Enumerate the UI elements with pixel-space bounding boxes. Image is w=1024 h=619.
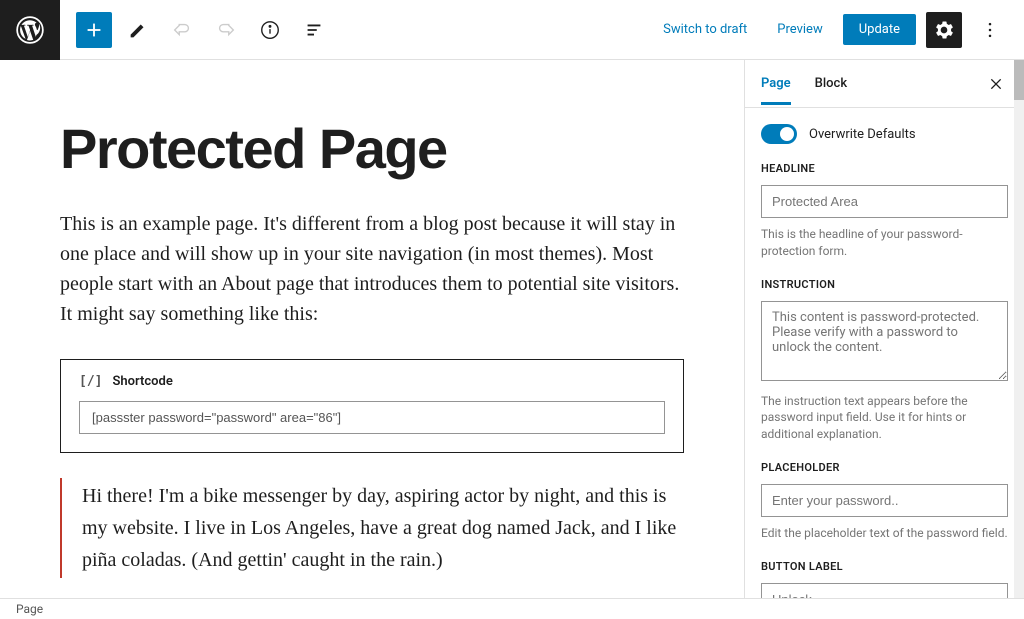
instruction-field[interactable] [761,301,1008,381]
overwrite-defaults-toggle[interactable] [761,124,797,144]
shortcode-header: [/] Shortcode [79,374,665,389]
plus-icon [83,19,105,41]
add-block-button[interactable] [76,12,112,48]
tab-page[interactable]: Page [761,62,791,105]
status-bar: Page [0,598,1024,619]
preview-button[interactable]: Preview [767,16,832,43]
update-button[interactable]: Update [843,14,916,45]
shortcode-block[interactable]: [/] Shortcode [60,359,684,453]
headline-label: HEADLINE [761,162,1008,175]
options-button[interactable] [972,12,1008,48]
instruction-label: INSTRUCTION [761,278,1008,291]
main-area: Protected Page This is an example page. … [0,60,1024,598]
shortcode-input[interactable] [79,401,665,434]
headline-field[interactable] [761,185,1008,218]
close-sidebar-button[interactable] [984,72,1008,96]
button-label-label: BUTTON LABEL [761,560,1008,573]
toolbar-right: Switch to draft Preview Update [653,12,1024,48]
close-icon [988,76,1004,92]
undo-icon [171,19,193,41]
gear-icon [934,20,954,40]
tools-button[interactable] [120,12,156,48]
placeholder-help: Edit the placeholder text of the passwor… [761,525,1008,542]
top-toolbar: Switch to draft Preview Update [0,0,1024,60]
info-button[interactable] [252,12,288,48]
redo-button[interactable] [208,12,244,48]
wordpress-icon [16,16,44,44]
page-scrollbar[interactable] [1014,60,1024,598]
wordpress-logo[interactable] [0,0,60,60]
quote-block[interactable]: Hi there! I'm a bike messenger by day, a… [60,478,684,578]
tab-block[interactable]: Block [815,62,847,105]
page-title[interactable]: Protected Page [60,120,684,179]
button-label-field[interactable] [761,583,1008,598]
breadcrumb[interactable]: Page [16,602,43,616]
more-vertical-icon [980,20,1000,40]
overwrite-defaults-label: Overwrite Defaults [809,127,916,142]
sidebar-tabs: Page Block [745,60,1024,108]
list-view-button[interactable] [296,12,332,48]
list-icon [303,19,325,41]
instruction-help: The instruction text appears before the … [761,393,1008,443]
shortcode-label-text: Shortcode [112,374,172,389]
placeholder-label: PLACEHOLDER [761,461,1008,474]
sidebar-body[interactable]: Overwrite Defaults HEADLINE This is the … [745,108,1024,598]
undo-button[interactable] [164,12,200,48]
placeholder-field[interactable] [761,484,1008,517]
pencil-icon [127,19,149,41]
editor-canvas[interactable]: Protected Page This is an example page. … [0,60,744,598]
headline-help: This is the headline of your password-pr… [761,226,1008,260]
redo-icon [215,19,237,41]
intro-paragraph[interactable]: This is an example page. It's different … [60,209,684,329]
overwrite-defaults-row: Overwrite Defaults [761,124,1008,144]
switch-to-draft-button[interactable]: Switch to draft [653,16,757,43]
settings-sidebar: Page Block Overwrite Defaults HEADLINE T… [744,60,1024,598]
toolbar-left [60,12,332,48]
settings-button[interactable] [926,12,962,48]
scrollbar-thumb[interactable] [1014,60,1024,100]
shortcode-icon: [/] [79,374,102,389]
info-icon [259,19,281,41]
